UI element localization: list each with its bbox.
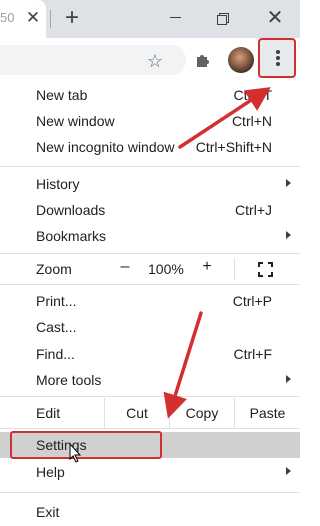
- zoom-out-button[interactable]: –: [118, 258, 132, 276]
- menu-item-history[interactable]: History: [0, 171, 300, 197]
- menu-item-label: New incognito window: [36, 139, 175, 155]
- menu-item-label: Bookmarks: [36, 228, 107, 244]
- menu-item-new-tab[interactable]: New tab Ctrl+T: [0, 82, 300, 108]
- submenu-arrow-icon: [286, 375, 291, 383]
- tab-title: 50: [0, 10, 14, 25]
- submenu-arrow-icon: [286, 179, 291, 187]
- menu-item-shortcut: Ctrl+J: [235, 202, 272, 218]
- menu-separator: [0, 428, 300, 429]
- menu-item-shortcut: Ctrl+F: [233, 346, 273, 362]
- address-bar[interactable]: ☆: [0, 45, 186, 75]
- menu-item-shortcut: Ctrl+Shift+N: [195, 139, 272, 155]
- close-tab-icon[interactable]: ✕: [24, 9, 42, 27]
- menu-separator: [0, 166, 300, 167]
- menu-item-exit[interactable]: Exit: [0, 499, 300, 525]
- zoom-in-button[interactable]: +: [200, 258, 214, 276]
- menu-item-label: New tab: [36, 87, 88, 103]
- title-bar: 50 ✕ + ✕: [0, 0, 300, 38]
- menu-item-more-tools[interactable]: More tools: [0, 367, 300, 393]
- window-close-icon[interactable]: ✕: [262, 6, 288, 30]
- menu-item-cast[interactable]: Cast...: [0, 314, 300, 340]
- menu-item-print[interactable]: Print... Ctrl+P: [0, 288, 300, 314]
- minimize-icon[interactable]: [163, 6, 189, 30]
- zoom-level: 100%: [148, 261, 184, 277]
- restore-icon[interactable]: [210, 6, 236, 30]
- menu-separator: [0, 492, 300, 493]
- menu-item-help[interactable]: Help: [0, 459, 300, 485]
- zoom-row: Zoom – 100% +: [0, 254, 300, 284]
- settings-highlight-box: [10, 431, 162, 459]
- menu-item-label: Find...: [36, 346, 75, 362]
- menu-item-bookmarks[interactable]: Bookmarks: [0, 223, 300, 249]
- submenu-arrow-icon: [286, 231, 291, 239]
- submenu-arrow-icon: [286, 467, 291, 475]
- avatar[interactable]: [228, 47, 254, 73]
- puzzle-icon[interactable]: [193, 50, 213, 70]
- menu-item-shortcut: Ctrl+T: [233, 87, 273, 103]
- paste-button[interactable]: Paste: [235, 398, 300, 428]
- new-tab-icon[interactable]: +: [60, 6, 84, 30]
- menu-item-label: Help: [36, 464, 65, 480]
- chrome-menu-button[interactable]: [258, 38, 296, 78]
- menu-item-shortcut: Ctrl+P: [232, 293, 272, 309]
- copy-button[interactable]: Copy: [170, 398, 234, 428]
- star-icon[interactable]: ☆: [146, 52, 164, 70]
- menu-item-label: Print...: [36, 293, 77, 309]
- menu-item-new-incognito-window[interactable]: New incognito window Ctrl+Shift+N: [0, 134, 300, 160]
- edit-label: Edit: [36, 405, 61, 421]
- menu-item-label: More tools: [36, 372, 102, 388]
- menu-item-find[interactable]: Find... Ctrl+F: [0, 341, 300, 367]
- zoom-label: Zoom: [36, 261, 72, 277]
- menu-item-label: Downloads: [36, 202, 106, 218]
- menu-item-shortcut: Ctrl+N: [231, 113, 272, 129]
- browser-tab[interactable]: 50 ✕: [0, 0, 46, 38]
- menu-item-label: Cast...: [36, 319, 77, 335]
- menu-item-label: Exit: [36, 504, 60, 520]
- menu-item-label: History: [36, 176, 80, 192]
- zoom-divider: [234, 258, 235, 280]
- cut-button[interactable]: Cut: [105, 398, 169, 428]
- menu-item-new-window[interactable]: New window Ctrl+N: [0, 108, 300, 134]
- edit-row: Edit Cut Copy Paste: [0, 398, 300, 428]
- three-dots-icon: [276, 50, 280, 66]
- menu-separator: [0, 396, 300, 397]
- tab-separator: [50, 10, 51, 28]
- fullscreen-icon[interactable]: [258, 262, 273, 277]
- menu-item-label: New window: [36, 113, 115, 129]
- menu-separator: [0, 284, 300, 285]
- menu-item-downloads[interactable]: Downloads Ctrl+J: [0, 197, 300, 223]
